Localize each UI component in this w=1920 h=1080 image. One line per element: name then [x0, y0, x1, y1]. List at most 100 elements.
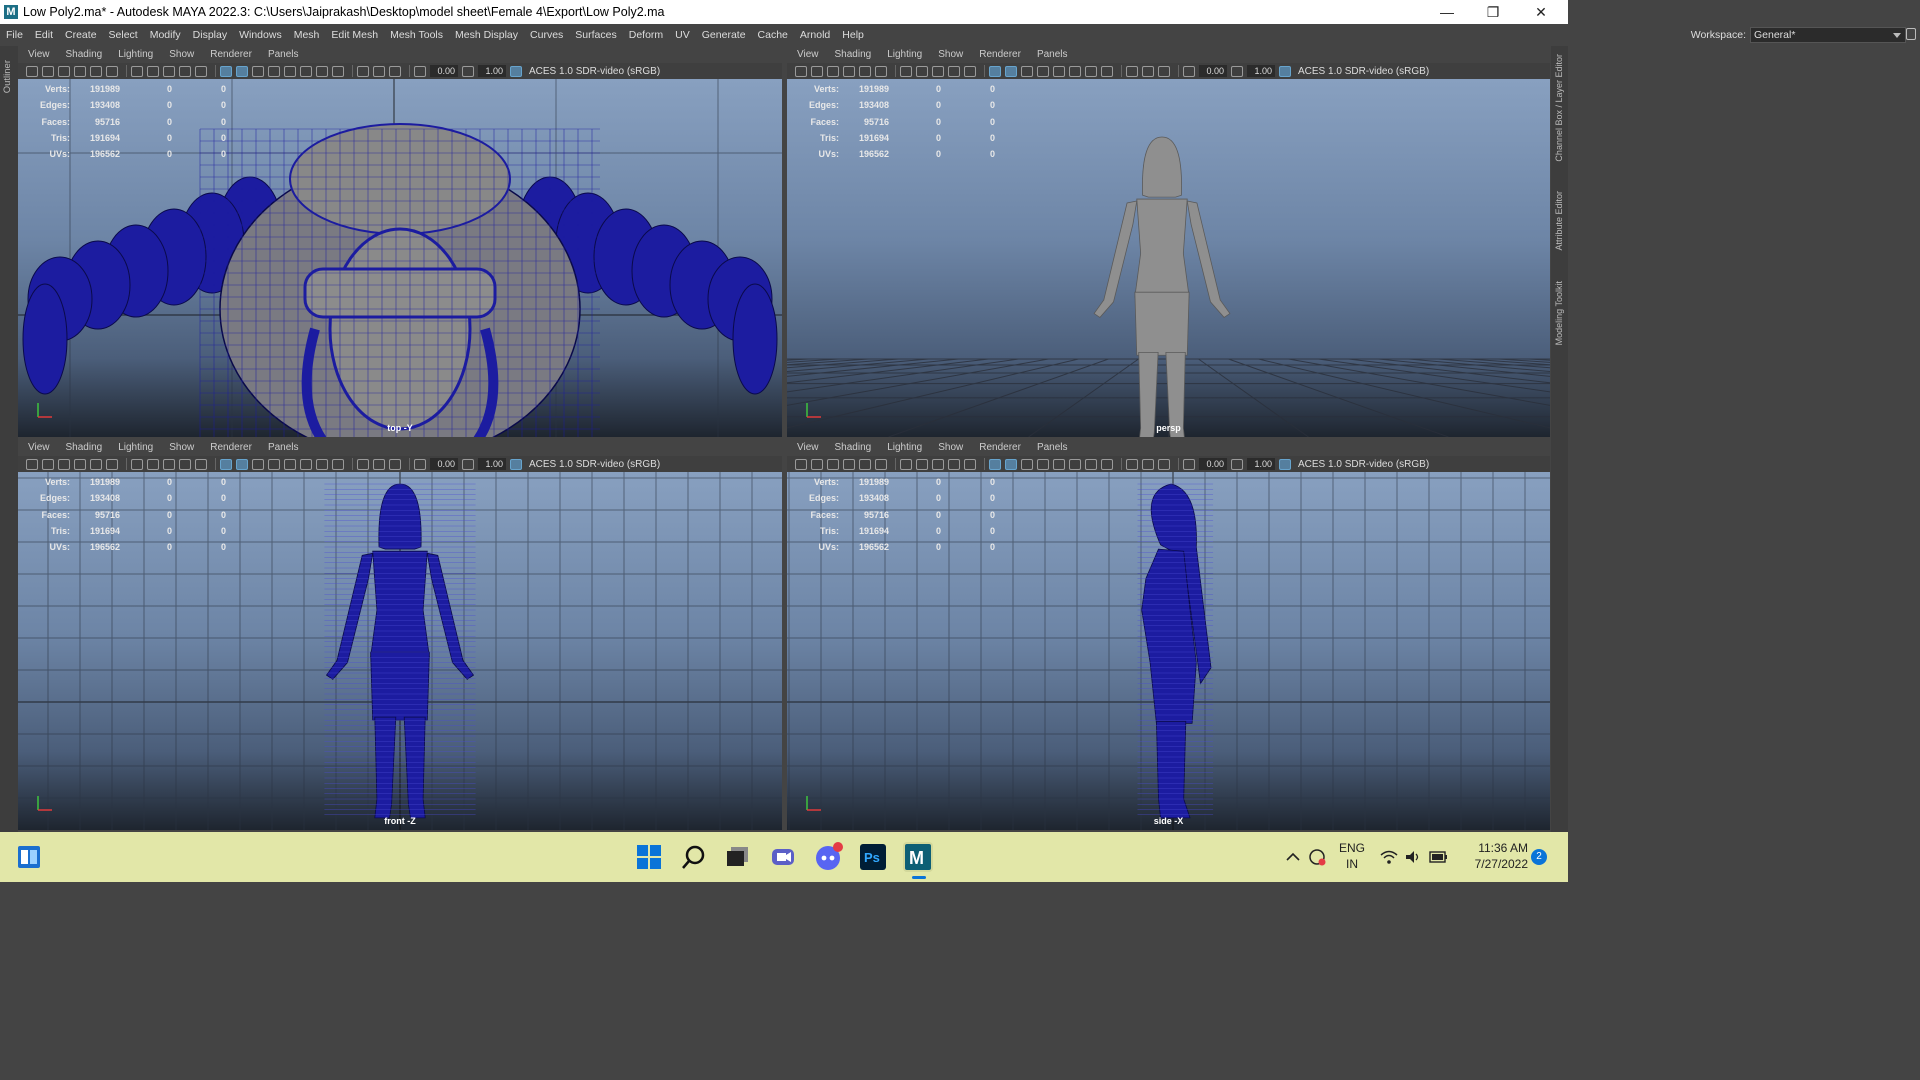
xray-joints-icon[interactable]: [389, 65, 401, 77]
film-gate-icon[interactable]: [163, 65, 175, 77]
menu-mesh-display[interactable]: Mesh Display: [449, 29, 524, 41]
close-button[interactable]: ✕: [1518, 0, 1564, 24]
menu-arnold[interactable]: Arnold: [794, 29, 836, 41]
wireframe-shade-icon[interactable]: [989, 458, 1001, 470]
menu-display[interactable]: Display: [187, 29, 233, 41]
xray-icon[interactable]: [373, 458, 385, 470]
wireframe-icon[interactable]: [900, 458, 912, 470]
wireframe-shade-icon[interactable]: [989, 65, 1001, 77]
camera-attr-icon[interactable]: [42, 458, 54, 470]
widgets-icon[interactable]: [14, 842, 44, 872]
gamma-field[interactable]: 1.00: [478, 458, 506, 470]
color-management-icon[interactable]: [510, 458, 522, 470]
menu-deform[interactable]: Deform: [623, 29, 669, 41]
panel-menu-renderer[interactable]: Renderer: [971, 49, 1029, 60]
textures-icon[interactable]: [1021, 65, 1033, 77]
safe-action-icon[interactable]: [195, 458, 207, 470]
aa-icon[interactable]: [1101, 458, 1113, 470]
panel-menu-view[interactable]: View: [789, 442, 827, 453]
ao-icon[interactable]: [1069, 65, 1081, 77]
menu-select[interactable]: Select: [103, 29, 144, 41]
panel-menu-show[interactable]: Show: [930, 49, 971, 60]
panel-menu-panels[interactable]: Panels: [1029, 442, 1076, 453]
camera-attr-icon[interactable]: [811, 458, 823, 470]
image-plane-icon[interactable]: [74, 65, 86, 77]
menu-cache[interactable]: Cache: [752, 29, 794, 41]
gamma-icon[interactable]: [462, 65, 474, 77]
gamma-icon[interactable]: [1231, 65, 1243, 77]
textures-icon[interactable]: [252, 65, 264, 77]
gamma-field[interactable]: 1.00: [478, 65, 506, 77]
shadows-icon[interactable]: [284, 458, 296, 470]
lights-icon[interactable]: [268, 65, 280, 77]
color-management-icon[interactable]: [510, 65, 522, 77]
image-plane-icon[interactable]: [843, 458, 855, 470]
bookmark-icon[interactable]: [58, 65, 70, 77]
lock-icon[interactable]: [1906, 28, 1916, 40]
start-icon[interactable]: [634, 842, 664, 872]
camera-attr-icon[interactable]: [42, 65, 54, 77]
grease-pencil-icon[interactable]: [859, 65, 871, 77]
menu-curves[interactable]: Curves: [524, 29, 569, 41]
battery-icon[interactable]: [1424, 842, 1454, 872]
wireframe-shade-icon[interactable]: [220, 458, 232, 470]
wireframe-icon[interactable]: [900, 65, 912, 77]
panel-menu-panels[interactable]: Panels: [260, 49, 307, 60]
exposure-icon[interactable]: [1183, 458, 1195, 470]
exposure-field[interactable]: 0.00: [1199, 458, 1227, 470]
xray-icon[interactable]: [1142, 65, 1154, 77]
gamma-field[interactable]: 1.00: [1247, 458, 1275, 470]
smooth-shade-icon[interactable]: [1005, 65, 1017, 77]
grid-icon[interactable]: [147, 65, 159, 77]
menu-modify[interactable]: Modify: [144, 29, 187, 41]
resolution-gate-icon[interactable]: [948, 458, 960, 470]
panel-menu-show[interactable]: Show: [161, 49, 202, 60]
restore-button[interactable]: ❐: [1470, 0, 1516, 24]
notification-badge[interactable]: 2: [1531, 849, 1547, 865]
wireframe-icon[interactable]: [131, 65, 143, 77]
panel-menu-panels[interactable]: Panels: [260, 442, 307, 453]
task-view-icon[interactable]: [723, 842, 753, 872]
aa-icon[interactable]: [1101, 65, 1113, 77]
colorspace-label[interactable]: ACES 1.0 SDR-video (sRGB): [1298, 66, 1429, 77]
camera-select-icon[interactable]: [795, 65, 807, 77]
2d-pan-icon[interactable]: [106, 458, 118, 470]
panel-menu-view[interactable]: View: [20, 49, 58, 60]
safe-action-icon[interactable]: [964, 65, 976, 77]
isolate-icon[interactable]: [357, 65, 369, 77]
bookmark-icon[interactable]: [58, 458, 70, 470]
menu-surfaces[interactable]: Surfaces: [569, 29, 622, 41]
menu-edit[interactable]: Edit: [29, 29, 59, 41]
workspace-selector[interactable]: Workspace: General*: [1691, 24, 1906, 46]
image-plane-icon[interactable]: [843, 65, 855, 77]
shadows-icon[interactable]: [284, 65, 296, 77]
exposure-icon[interactable]: [1183, 65, 1195, 77]
menu-mesh[interactable]: Mesh: [288, 29, 326, 41]
ao-icon[interactable]: [300, 458, 312, 470]
sync-icon[interactable]: [1302, 842, 1332, 872]
menu-help[interactable]: Help: [836, 29, 870, 41]
grid-icon[interactable]: [916, 458, 928, 470]
bookmark-icon[interactable]: [827, 65, 839, 77]
color-management-icon[interactable]: [1279, 65, 1291, 77]
lights-icon[interactable]: [1037, 458, 1049, 470]
colorspace-label[interactable]: ACES 1.0 SDR-video (sRGB): [529, 66, 660, 77]
motion-blur-icon[interactable]: [1085, 65, 1097, 77]
wireframe-icon[interactable]: [131, 458, 143, 470]
safe-action-icon[interactable]: [195, 65, 207, 77]
menu-edit-mesh[interactable]: Edit Mesh: [325, 29, 384, 41]
xray-icon[interactable]: [373, 65, 385, 77]
discord-icon[interactable]: [813, 842, 843, 872]
safe-action-icon[interactable]: [964, 458, 976, 470]
exposure-field[interactable]: 0.00: [430, 458, 458, 470]
motion-blur-icon[interactable]: [316, 65, 328, 77]
lights-icon[interactable]: [268, 458, 280, 470]
grease-pencil-icon[interactable]: [90, 458, 102, 470]
teams-chat-icon[interactable]: [768, 842, 798, 872]
ao-icon[interactable]: [1069, 458, 1081, 470]
viewport-persp[interactable]: Verts: 191989 0 0 Edges: 193408 0 0 Faces: 95716 0…: [787, 79, 1550, 437]
panel-menu-lighting[interactable]: Lighting: [879, 442, 930, 453]
smooth-shade-icon[interactable]: [236, 65, 248, 77]
motion-blur-icon[interactable]: [1085, 458, 1097, 470]
2d-pan-icon[interactable]: [875, 458, 887, 470]
